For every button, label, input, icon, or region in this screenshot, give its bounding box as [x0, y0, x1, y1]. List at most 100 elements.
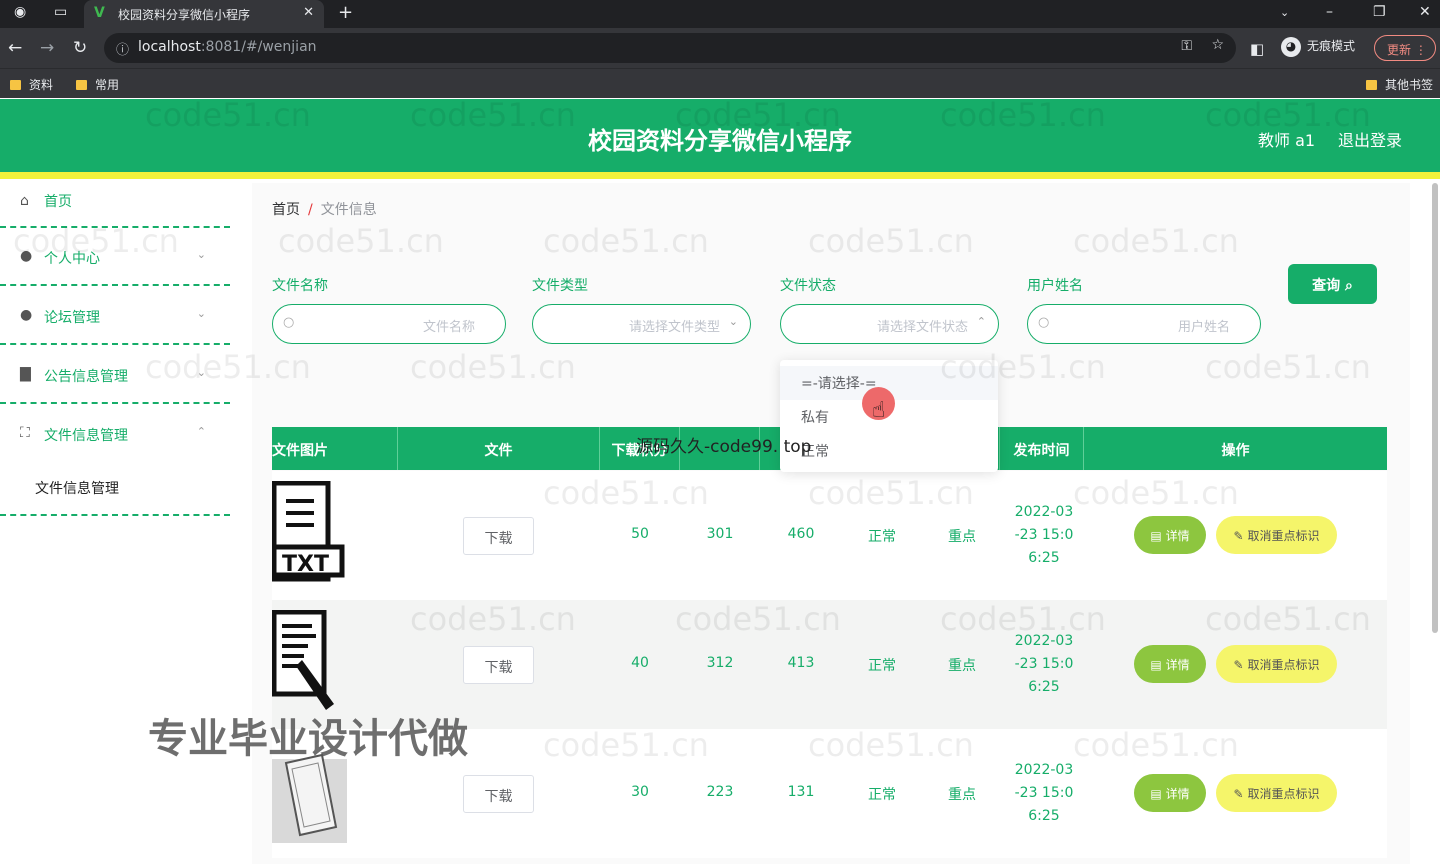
bookmarks-bar: 资料 常用 其他书签 [0, 68, 1440, 98]
download-button[interactable]: 下载 [463, 646, 534, 684]
count-cell: 312 [706, 655, 734, 671]
site-info-icon[interactable]: ⓘ [116, 39, 129, 58]
current-user: 教师 a1 [1258, 131, 1316, 150]
cancel-key-mark-button[interactable]: ✎ 取消重点标识 [1216, 516, 1337, 554]
other-bookmarks[interactable]: 其他书签 [1366, 76, 1433, 93]
publish-time-cell: 2022-03 -23 15:0 6:25 [1004, 630, 1084, 699]
file-status-select[interactable]: 请选择文件状态 ⌃ [780, 304, 999, 344]
document-pen-icon [272, 610, 334, 710]
time-line: -23 15:0 [1014, 527, 1074, 543]
cancel-key-mark-button[interactable]: ✎ 取消重点标识 [1216, 774, 1337, 812]
input-placeholder: 文件名称 [422, 320, 475, 335]
sidebar-subitem-file-management[interactable]: 文件信息管理 [0, 458, 230, 516]
sidepanel-icon[interactable]: ◧ [1250, 40, 1264, 58]
browser-menu-icon[interactable]: ◉ [14, 4, 26, 20]
dropdown-option[interactable]: 私有 [801, 407, 829, 427]
update-label: 更新 [1387, 43, 1412, 57]
document-icon: ▤ [1150, 787, 1162, 801]
user-icon: ● [20, 248, 33, 264]
svg-text:TXT: TXT [282, 552, 329, 577]
chevron-up-icon: ⌃ [976, 315, 986, 328]
search-icon: ○ [1038, 315, 1050, 330]
browser-tab-title: 校园资料分享微信小程序 [118, 8, 251, 22]
points-cell: 50 [631, 526, 649, 542]
time-line: -23 15:0 [1014, 656, 1074, 672]
file-type-select[interactable]: 请选择文件类型 ⌄ [532, 304, 751, 344]
filter-name-label: 文件名称 [272, 278, 328, 294]
folder-icon [1366, 80, 1377, 90]
vue-favicon-icon: V [94, 5, 105, 21]
table-row: TXT 下载 50 301 460 正常 重点 2022-03 -23 15:0 6… [272, 471, 1387, 600]
detail-label: 详情 [1165, 529, 1190, 543]
update-button[interactable]: 更新 ⋮ [1374, 35, 1436, 61]
status-cell: 正常 [868, 658, 896, 674]
status-cell: 正常 [868, 529, 896, 545]
search-button-label: 查询 [1312, 278, 1341, 294]
bookmark-changyong[interactable]: 常用 [76, 76, 119, 93]
folder-icon [10, 80, 21, 90]
header-accent-line [0, 172, 1440, 179]
chevron-down-icon: ⌄ [196, 248, 206, 261]
likes-cell: 131 [787, 784, 815, 800]
likes-cell: 413 [787, 655, 815, 671]
browser-tab[interactable]: V 校园资料分享微信小程序 ✕ [84, 0, 324, 28]
incognito-indicator[interactable]: ◕ 无痕模式 [1281, 37, 1355, 57]
star-icon[interactable]: ☆ [1211, 37, 1224, 53]
page-scrollbar[interactable] [1432, 183, 1438, 633]
filter-status-label: 文件状态 [780, 278, 836, 294]
chevron-down-icon: ⌄ [728, 315, 738, 328]
chevron-up-icon: ⌃ [196, 425, 206, 438]
promo-overlay-text: 专业毕业设计代做 [148, 716, 468, 762]
user-icon: ● [20, 307, 33, 323]
sidebar-subitem-label: 文件信息管理 [35, 481, 119, 497]
tab-search-icon[interactable]: ▭ [54, 4, 67, 20]
logout-link[interactable]: 退出登录 [1338, 127, 1402, 151]
key-icon[interactable]: ⚿ [1181, 38, 1192, 54]
sidebar-item-label: 公告信息管理 [44, 369, 128, 385]
close-tab-icon[interactable]: ✕ [303, 5, 314, 20]
address-bar-row: ⓘ localhost:8081/#/wenjian ⚿ ☆ [0, 28, 1440, 68]
omnibox[interactable]: ⓘ localhost:8081/#/wenjian ⚿ ☆ [104, 33, 1236, 63]
sidebar-item-home[interactable]: ⌂ 首页 [0, 179, 230, 228]
forward-icon[interactable]: → [40, 38, 54, 58]
file-name-input[interactable]: ○ 文件名称 [272, 304, 506, 344]
edit-icon: ✎ [1233, 658, 1244, 672]
sidebar-item-label: 首页 [44, 194, 72, 210]
detail-button[interactable]: ▤ 详情 [1134, 774, 1206, 812]
url-path: :8081/#/wenjian [200, 39, 317, 55]
bookmark-label: 其他书签 [1385, 78, 1434, 92]
reload-icon[interactable]: ↻ [73, 38, 87, 58]
likes-cell: 460 [787, 526, 815, 542]
new-tab-icon[interactable]: + [338, 2, 353, 23]
back-icon[interactable]: ← [8, 38, 22, 58]
bookmark-ziliao[interactable]: 资料 [10, 76, 53, 93]
mark-cell: 重点 [948, 529, 976, 545]
column-header: 文件 [398, 427, 600, 470]
points-cell: 30 [631, 784, 649, 800]
dropdown-option[interactable]: =-请选择-= [801, 373, 877, 393]
close-window-icon[interactable]: ✕ [1419, 4, 1431, 20]
tab-list-icon[interactable]: ⌄ [1280, 6, 1289, 19]
breadcrumb-home[interactable]: 首页 [272, 202, 300, 218]
sidebar-item-files[interactable]: ⛶ 文件信息管理 ⌃ [0, 405, 230, 463]
filter-user-label: 用户姓名 [1027, 278, 1083, 294]
sidebar-item-notices[interactable]: ▇ 公告信息管理 ⌄ [0, 346, 230, 404]
download-button[interactable]: 下载 [463, 775, 534, 813]
mark-cell: 重点 [948, 787, 976, 803]
sidebar-item-forum[interactable]: ● 论坛管理 ⌄ [0, 287, 230, 345]
restore-icon[interactable]: ❐ [1373, 4, 1386, 20]
search-button[interactable]: 查询 ⌕ [1288, 264, 1377, 304]
user-name-input[interactable]: ○ 用户姓名 [1027, 304, 1261, 344]
sidebar-item-profile[interactable]: ● 个人中心 ⌄ [0, 228, 230, 286]
detail-label: 详情 [1165, 787, 1190, 801]
cancel-key-mark-button[interactable]: ✎ 取消重点标识 [1216, 645, 1337, 683]
url-host: localhost [138, 39, 201, 55]
breadcrumb: 首页 / 文件信息 [272, 199, 377, 219]
time-line: -23 15:0 [1014, 785, 1074, 801]
filter-type-label: 文件类型 [532, 278, 588, 294]
download-button[interactable]: 下载 [463, 517, 534, 555]
detail-button[interactable]: ▤ 详情 [1134, 516, 1206, 554]
minimize-icon[interactable]: – [1326, 4, 1333, 20]
incognito-icon: ◕ [1281, 37, 1301, 57]
detail-button[interactable]: ▤ 详情 [1134, 645, 1206, 683]
